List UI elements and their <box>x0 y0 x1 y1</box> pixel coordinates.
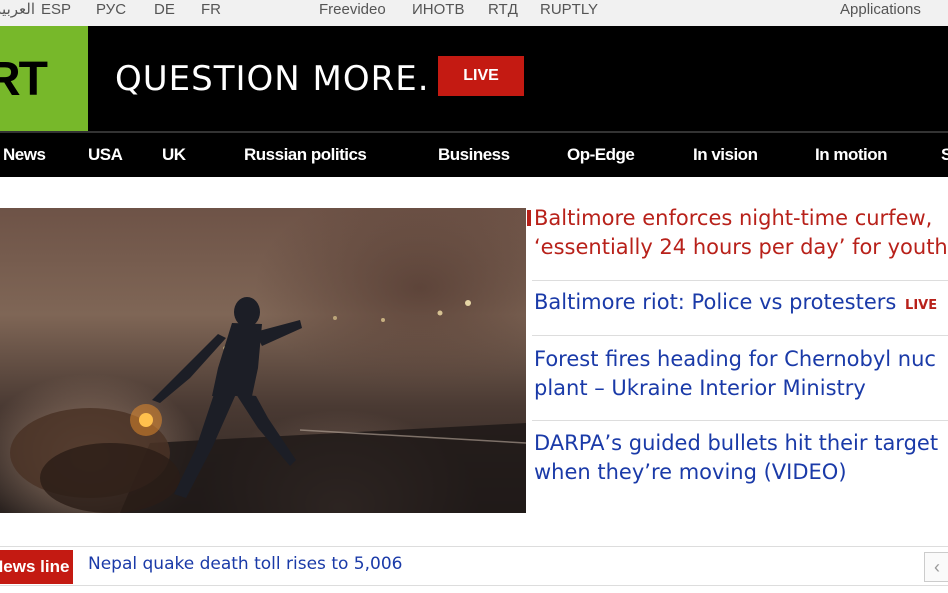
site-header: RT QUESTION MORE. LIVE <box>0 26 948 131</box>
headline-divider <box>532 335 948 336</box>
headline-chernobyl-line2[interactable]: plant – Ukraine Interior Ministry <box>534 374 866 403</box>
live-badge: LIVE <box>905 298 938 313</box>
lang-de-link[interactable]: DE <box>154 1 175 19</box>
inotv-link[interactable]: ИНОТВ <box>412 1 464 19</box>
news-line-ticker: News line Nepal quake death toll rises t… <box>0 546 948 586</box>
headline-baltimore-riot[interactable]: Baltimore riot: Police vs protesters LIV… <box>534 288 937 320</box>
lang-fr-link[interactable]: FR <box>201 1 221 19</box>
featured-marker <box>527 210 531 226</box>
rt-logo-text: RT <box>0 53 48 106</box>
headline-chernobyl-line1[interactable]: Forest fires heading for Chernobyl nuc <box>534 345 936 374</box>
nav-item-business[interactable]: Business <box>438 145 510 165</box>
freevideo-link[interactable]: Freevideo <box>319 1 386 19</box>
nav-item-in-motion[interactable]: In motion <box>815 145 887 165</box>
headline-darpa-line1[interactable]: DARPA’s guided bullets hit their target <box>534 429 938 458</box>
lang-arabic-link[interactable]: العربية <box>0 1 35 19</box>
nav-item-s[interactable]: S <box>941 145 948 165</box>
headline-main-line1[interactable]: Baltimore enforces night-time curfew, <box>534 204 932 233</box>
hero-news-photo[interactable] <box>0 208 526 513</box>
news-line-headline[interactable]: Nepal quake death toll rises to 5,006 <box>88 554 402 574</box>
site-slogan: QUESTION MORE. <box>115 59 430 99</box>
nav-item-uk[interactable]: UK <box>162 145 186 165</box>
headline-divider <box>532 420 948 421</box>
nav-item-usa[interactable]: USA <box>88 145 123 165</box>
headline-darpa-line2[interactable]: when they’re moving (VIDEO) <box>534 458 847 487</box>
lang-rus-link[interactable]: РУС <box>96 1 126 19</box>
nav-item-news[interactable]: News <box>3 145 46 165</box>
chevron-left-icon[interactable]: ‹ <box>924 552 948 582</box>
news-line-label: News line <box>0 550 73 584</box>
headline-divider <box>532 280 948 281</box>
rtd-link[interactable]: RTД <box>488 1 518 19</box>
nav-item-op-edge[interactable]: Op-Edge <box>567 145 635 165</box>
top-language-bar: العربية ESP РУС DE FR Freevideo ИНОТВ RT… <box>0 0 948 27</box>
ruptly-link[interactable]: RUPTLY <box>540 1 598 19</box>
applications-link[interactable]: Applications <box>840 1 921 19</box>
rt-logo[interactable]: RT <box>0 26 88 131</box>
nav-item-russian-politics[interactable]: Russian politics <box>244 145 367 165</box>
protester-silhouette-illustration <box>10 297 526 513</box>
main-nav: News USA UK Russian politics Business Op… <box>0 131 948 177</box>
live-button[interactable]: LIVE <box>438 56 524 96</box>
headline-main-line2[interactable]: ‘essentially 24 hours per day’ for youth <box>534 233 948 262</box>
headline-baltimore-riot-text: Baltimore riot: Police vs protesters <box>534 290 897 314</box>
lang-esp-link[interactable]: ESP <box>41 1 71 19</box>
nav-item-in-vision[interactable]: In vision <box>693 145 758 165</box>
